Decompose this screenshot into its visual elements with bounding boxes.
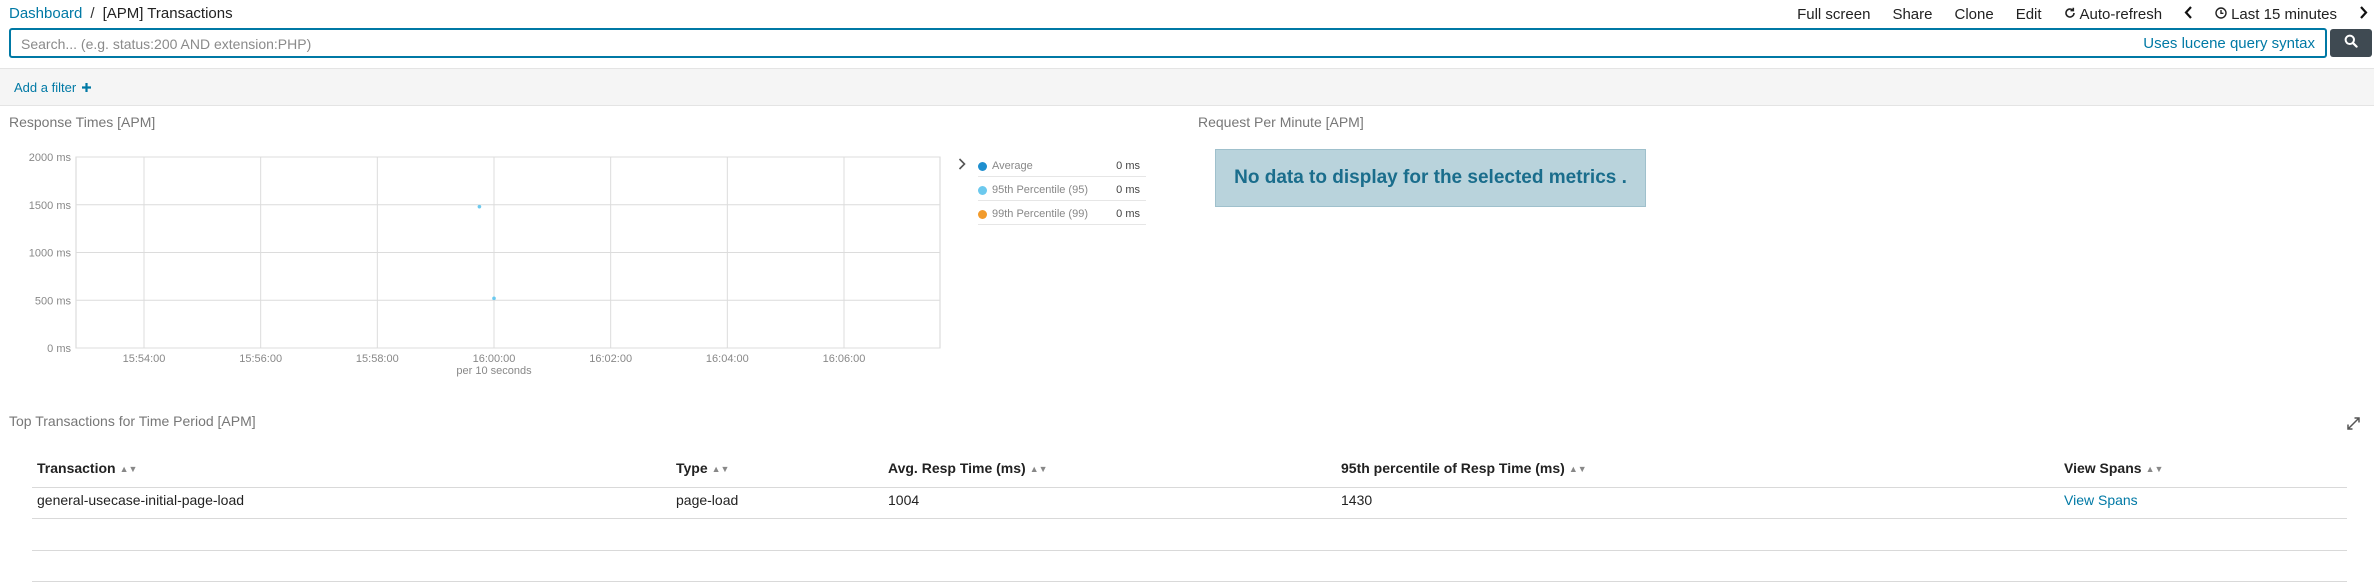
lucene-syntax-link[interactable]: Uses lucene query syntax xyxy=(2143,35,2315,52)
search-input[interactable] xyxy=(21,34,1621,54)
top-transactions-title: Top Transactions for Time Period [APM] xyxy=(9,413,256,429)
chart-svg: 2000 ms 1500 ms 1000 ms 500 ms 0 ms 15:54:00 1… xyxy=(29,152,941,377)
top-menu: Full screen Share Clone Edit Auto-refres… xyxy=(1775,5,2374,23)
time-next-button[interactable] xyxy=(2359,5,2368,23)
search-box: Uses lucene query syntax xyxy=(9,28,2327,58)
x-tick-label: 16:06:00 xyxy=(823,353,866,365)
legend-item-95th[interactable]: 95th Percentile (95) 0 ms xyxy=(978,179,1146,201)
view-spans-link[interactable]: View Spans xyxy=(2064,492,2138,508)
column-header-label: View Spans xyxy=(2064,460,2142,476)
column-header-label: 95th percentile of Resp Time (ms) xyxy=(1341,460,1565,476)
x-tick-label: 15:56:00 xyxy=(239,353,282,365)
data-point xyxy=(492,296,496,301)
row-divider xyxy=(32,550,2347,551)
y-tick-label: 500 ms xyxy=(35,295,72,307)
column-header-label: Avg. Resp Time (ms) xyxy=(888,460,1026,476)
x-axis-label: per 10 seconds xyxy=(456,365,532,377)
clock-icon xyxy=(2215,6,2227,22)
sort-icon: ▲▼ xyxy=(119,464,138,474)
x-tick-label: 15:58:00 xyxy=(356,353,399,365)
response-times-chart: 2000 ms 1500 ms 1000 ms 500 ms 0 ms 15:54:00 1… xyxy=(0,140,960,390)
refresh-icon xyxy=(2064,7,2076,22)
legend-toggle-button[interactable] xyxy=(958,158,966,173)
y-tick-label: 1000 ms xyxy=(29,248,72,260)
legend-label: 99th Percentile (99) xyxy=(992,208,1088,220)
page-title: [APM] Transactions xyxy=(102,5,233,22)
chevron-right-icon xyxy=(2359,5,2368,23)
auto-refresh-button[interactable]: Auto-refresh xyxy=(2064,5,2163,23)
y-tick-label: 2000 ms xyxy=(29,152,72,164)
x-tick-label: 16:04:00 xyxy=(706,353,749,365)
time-range-label: Last 15 minutes xyxy=(2231,5,2337,23)
sort-icon: ▲▼ xyxy=(711,464,730,474)
x-tick-label: 16:02:00 xyxy=(589,353,632,365)
time-picker-button[interactable]: Last 15 minutes xyxy=(2215,6,2337,23)
add-filter-label: Add a filter xyxy=(14,80,77,95)
legend-value: 0 ms xyxy=(1116,160,1140,172)
legend-item-99th[interactable]: 99th Percentile (99) 0 ms xyxy=(978,203,1146,225)
cell-transaction: general-usecase-initial-page-load xyxy=(37,492,245,508)
add-filter-button[interactable]: Add a filter xyxy=(14,80,91,95)
top-nav: Dashboard / [APM] Transactions Full screen… xyxy=(0,0,2374,26)
column-header-p95[interactable]: 95th percentile of Resp Time (ms) ▲▼ xyxy=(1341,460,1587,476)
share-button[interactable]: Share xyxy=(1892,6,1932,23)
legend-value: 0 ms xyxy=(1116,184,1140,196)
legend-item-average[interactable]: Average 0 ms xyxy=(978,155,1146,177)
legend-label: Average xyxy=(992,160,1033,172)
header-divider xyxy=(32,487,2347,488)
clone-button[interactable]: Clone xyxy=(1954,6,1993,23)
breadcrumb: Dashboard / [APM] Transactions xyxy=(9,5,233,22)
data-point xyxy=(477,204,482,209)
plus-icon xyxy=(80,80,91,95)
time-prev-button[interactable] xyxy=(2184,5,2193,23)
legend-dot xyxy=(978,186,987,195)
column-header-label: Transaction xyxy=(37,460,116,476)
cell-type: page-load xyxy=(676,492,739,508)
search-icon xyxy=(2344,34,2358,53)
chevron-left-icon xyxy=(2184,5,2193,23)
sort-icon: ▲▼ xyxy=(2145,464,2164,474)
x-tick-label: 16:00:00 xyxy=(473,353,516,365)
sort-icon: ▲▼ xyxy=(1029,464,1048,474)
row-divider xyxy=(32,581,2347,582)
row-divider xyxy=(32,518,2347,519)
requests-per-minute-title: Request Per Minute [APM] xyxy=(1198,114,1364,130)
legend-value: 0 ms xyxy=(1116,208,1140,220)
expand-panel-icon[interactable] xyxy=(2347,417,2360,434)
filter-bar: Add a filter xyxy=(0,68,2374,106)
auto-refresh-label: Auto-refresh xyxy=(2079,5,2163,23)
breadcrumb-separator: / xyxy=(90,5,95,22)
edit-button[interactable]: Edit xyxy=(2016,6,2042,23)
no-data-message: No data to display for the selected metr… xyxy=(1215,149,1646,207)
column-header-view-spans[interactable]: View Spans ▲▼ xyxy=(2064,460,2163,476)
column-header-avg[interactable]: Avg. Resp Time (ms) ▲▼ xyxy=(888,460,1048,476)
legend-label: 95th Percentile (95) xyxy=(992,184,1088,196)
column-header-type[interactable]: Type ▲▼ xyxy=(676,460,729,476)
cell-avg: 1004 xyxy=(888,492,920,508)
y-tick-label: 1500 ms xyxy=(29,200,72,212)
query-bar: Uses lucene query syntax xyxy=(9,28,2372,58)
x-tick-label: 15:54:00 xyxy=(123,353,166,365)
sort-icon: ▲▼ xyxy=(1568,464,1587,474)
full-screen-button[interactable]: Full screen xyxy=(1797,6,1870,23)
cell-p95: 1430 xyxy=(1341,492,1373,508)
search-button[interactable] xyxy=(2330,29,2372,57)
column-header-transaction[interactable]: Transaction ▲▼ xyxy=(37,460,137,476)
legend-dot xyxy=(978,162,987,171)
legend-dot xyxy=(978,210,987,219)
response-times-title: Response Times [APM] xyxy=(9,114,156,130)
column-header-label: Type xyxy=(676,460,708,476)
breadcrumb-dashboard-link[interactable]: Dashboard xyxy=(9,5,82,22)
y-tick-label: 0 ms xyxy=(47,343,71,355)
